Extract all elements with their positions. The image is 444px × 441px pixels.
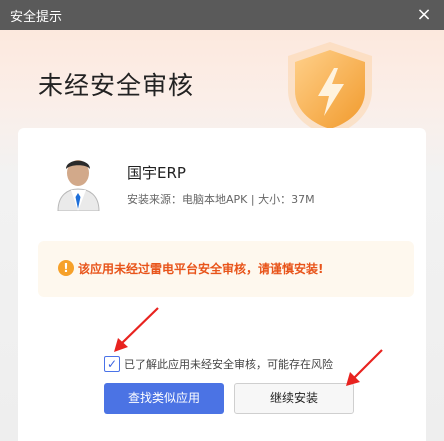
lightning-shield-icon bbox=[288, 42, 372, 136]
app-name: 国宇ERP bbox=[127, 164, 186, 182]
warning-banner: ! 该应用未经过雷电平台安全审核，请谨慎安装! bbox=[38, 241, 414, 297]
app-source-and-size: 安装来源：电脑本地APK | 大小：37M bbox=[127, 193, 315, 206]
close-button[interactable]: × bbox=[404, 0, 444, 30]
exclamation-circle-icon: ! bbox=[58, 260, 74, 276]
annotation-arrow-install bbox=[346, 349, 383, 386]
app-info-card: 国宇ERP 安装来源：电脑本地APK | 大小：37M ! 该应用未经过雷电平台… bbox=[18, 128, 426, 441]
title-bar: 安全提示 × bbox=[0, 0, 444, 30]
warning-text: 该应用未经过雷电平台安全审核，请谨慎安装! bbox=[78, 262, 324, 276]
continue-install-button[interactable]: 继续安装 bbox=[234, 383, 354, 414]
annotation-arrow-checkbox bbox=[114, 307, 159, 352]
page-title: 未经安全审核 bbox=[38, 71, 195, 100]
business-man-avatar-icon bbox=[57, 160, 100, 211]
find-similar-app-button[interactable]: 查找类似应用 bbox=[104, 383, 224, 414]
window-title: 安全提示 bbox=[10, 10, 63, 25]
security-prompt-dialog: 安全提示 × 未经安全审核 国宇ERP 安装来源：电脑本地APK | 大小：37… bbox=[0, 0, 444, 441]
